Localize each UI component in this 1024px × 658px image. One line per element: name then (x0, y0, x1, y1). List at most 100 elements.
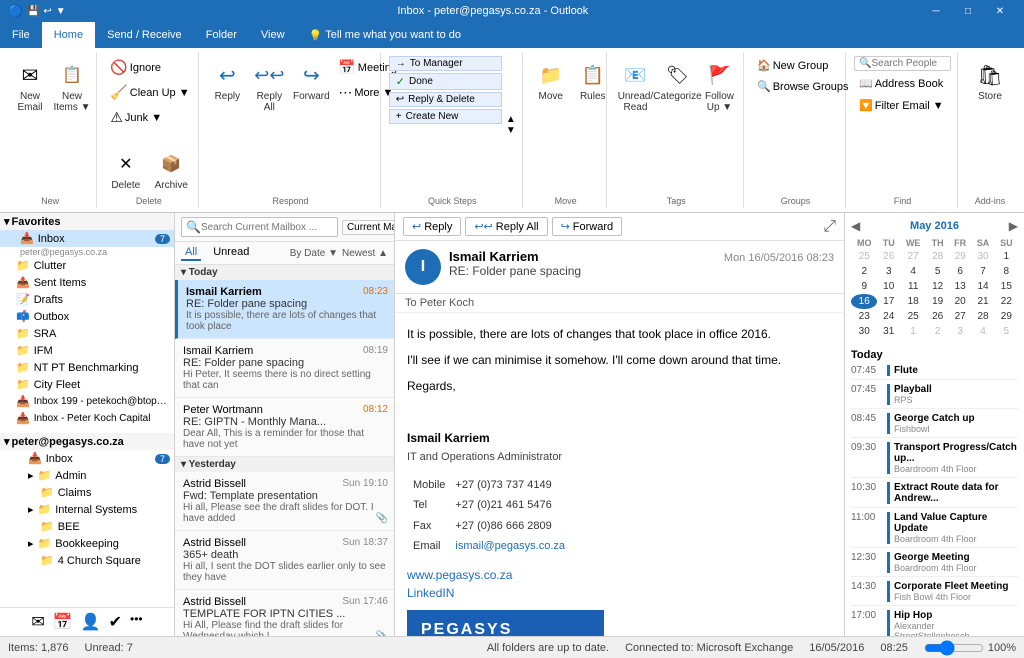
agenda-item[interactable]: 12:30 George Meeting Boardroom 4th Floor (851, 552, 1018, 577)
sidebar-item-main-inbox[interactable]: 📥 Inbox 7 (0, 450, 174, 467)
zoom-slider[interactable] (924, 640, 984, 656)
quick-access-more[interactable]: ▼ (56, 6, 66, 17)
cal-day[interactable]: 4 (971, 324, 994, 339)
favorites-header[interactable]: ▾ Favorites (0, 213, 174, 230)
cal-day[interactable]: 16 (851, 294, 877, 309)
cal-day[interactable]: 1 (900, 324, 926, 339)
archive-button[interactable]: 📦 Archive (150, 145, 192, 194)
sidebar-item-admin[interactable]: ▸ 📁 Admin (0, 467, 174, 484)
reply-button[interactable]: ↩ Reply (207, 56, 247, 105)
reply-all-button[interactable]: ↩↩ ReplyAll (249, 56, 289, 116)
cal-day[interactable]: 29 (995, 309, 1018, 324)
search-input[interactable] (201, 222, 333, 233)
minimize-button[interactable]: ─ (920, 0, 952, 22)
agenda-item[interactable]: 09:30 Transport Progress/Catch up... Boa… (851, 442, 1018, 478)
quick-access-save[interactable]: 💾 (27, 6, 39, 17)
email-item[interactable]: Astrid Bissell 365+ death Hi all, I sent… (175, 531, 394, 590)
cal-day[interactable]: 24 (877, 309, 899, 324)
sidebar-item-internal-systems[interactable]: ▸ 📁 Internal Systems (0, 501, 174, 518)
cal-day[interactable]: 3 (877, 264, 899, 279)
cal-day[interactable]: 15 (995, 279, 1018, 294)
cal-day[interactable]: 20 (949, 294, 971, 309)
cal-day[interactable]: 14 (971, 279, 994, 294)
email-reply-all-button[interactable]: ↩↩ Reply All (465, 217, 547, 236)
cal-day[interactable]: 6 (949, 264, 971, 279)
tab-view[interactable]: View (249, 22, 297, 48)
browse-groups-button[interactable]: 🔍 Browse Groups (752, 77, 839, 96)
cal-day[interactable]: 25 (900, 309, 926, 324)
cal-day[interactable]: 19 (926, 294, 948, 309)
cal-day[interactable]: 17 (877, 294, 899, 309)
cal-day[interactable]: 2 (851, 264, 877, 279)
sidebar-item-inbox[interactable]: 📥 Inbox 7 (0, 230, 174, 247)
peter-pegasys-header[interactable]: ▾ peter@pegasys.co.za (0, 433, 174, 450)
cal-day[interactable]: 30 (851, 324, 877, 339)
delete-button[interactable]: ✕ Delete (105, 145, 146, 194)
follow-up-button[interactable]: 🚩 FollowUp ▼ (699, 56, 739, 116)
cal-day[interactable]: 5 (926, 264, 948, 279)
new-email-button[interactable]: ✉ NewEmail (10, 56, 50, 116)
unread-read-button[interactable]: 📧 Unread/Read (615, 56, 655, 116)
quickstep-done[interactable]: ✓ Done (389, 73, 502, 90)
sort-by-date[interactable]: By Date ▼ (290, 248, 338, 259)
cal-day[interactable]: 31 (877, 324, 899, 339)
quicksteps-scroll-down[interactable]: ▼ (506, 125, 516, 136)
address-book-button[interactable]: 📖 Address Book (854, 74, 951, 93)
new-items-button[interactable]: 📋 NewItems ▼ (52, 56, 92, 116)
quicksteps-scroll-up[interactable]: ▲ (506, 114, 516, 125)
sidebar-item-nt-pt[interactable]: 📁 NT PT Benchmarking (0, 359, 174, 376)
filter-tab-unread[interactable]: Unread (209, 245, 253, 261)
tab-send-receive[interactable]: Send / Receive (95, 22, 194, 48)
filter-tab-all[interactable]: All (181, 245, 201, 261)
store-button[interactable]: 🛍 Store (966, 56, 1014, 105)
quickstep-reply-delete[interactable]: ↩ Reply & Delete (389, 92, 502, 107)
new-group-button[interactable]: 🏠 New Group (752, 56, 839, 75)
cal-day[interactable]: 12 (926, 279, 948, 294)
cal-day[interactable]: 26 (877, 249, 899, 264)
cal-day[interactable]: 28 (971, 309, 994, 324)
cleanup-button[interactable]: 🧹 Clean Up ▼ (105, 81, 194, 104)
email-reply-button[interactable]: ↩ Reply (403, 217, 461, 236)
sidebar-item-drafts[interactable]: 📝 Drafts (0, 291, 174, 308)
maximize-button[interactable]: □ (952, 0, 984, 22)
categorize-button[interactable]: 🏷 Categorize (657, 56, 697, 116)
sidebar-item-bookkeeping[interactable]: ▸ 📁 Bookkeeping (0, 535, 174, 552)
cal-day[interactable]: 28 (926, 249, 948, 264)
email-forward-button[interactable]: ↪ Forward (552, 217, 623, 236)
email-item[interactable]: Ismail Karriem RE: Folder pane spacing I… (175, 280, 394, 339)
agenda-item[interactable]: 14:30 Corporate Fleet Meeting Fish Bowl … (851, 581, 1018, 606)
cal-day[interactable]: 18 (900, 294, 926, 309)
sidebar-item-4-church-square[interactable]: 📁 4 Church Square (0, 552, 174, 569)
sidebar-item-ifm[interactable]: 📁 IFM (0, 342, 174, 359)
cal-day[interactable]: 27 (900, 249, 926, 264)
tab-folder[interactable]: Folder (194, 22, 249, 48)
search-people-input[interactable] (871, 58, 941, 69)
cal-day[interactable]: 3 (949, 324, 971, 339)
quickstep-to-manager[interactable]: → To Manager (389, 56, 502, 71)
cal-day[interactable]: 5 (995, 324, 1018, 339)
cal-day[interactable]: 11 (900, 279, 926, 294)
sidebar-toggle-people[interactable]: 👤 (81, 612, 101, 632)
cal-day[interactable]: 25 (851, 249, 877, 264)
cal-day[interactable]: 7 (971, 264, 994, 279)
agenda-item[interactable]: 07:45 Playball RPS (851, 384, 1018, 409)
cal-day[interactable]: 2 (926, 324, 948, 339)
quick-access-undo[interactable]: ↩ (43, 6, 51, 17)
cal-day[interactable]: 23 (851, 309, 877, 324)
ignore-button[interactable]: 🚫 Ignore (105, 56, 166, 79)
sidebar-item-sent[interactable]: 📤 Sent Items (0, 274, 174, 291)
rules-button[interactable]: 📋 Rules (573, 56, 613, 105)
calendar-next-button[interactable]: ▶ (1009, 219, 1018, 233)
cal-day[interactable]: 27 (949, 309, 971, 324)
email-item[interactable]: Astrid Bissell TEMPLATE FOR IPTN CITIES … (175, 590, 394, 636)
filter-email-button[interactable]: 🔽 Filter Email ▼ (854, 96, 951, 115)
tab-home[interactable]: Home (42, 22, 95, 48)
cal-day[interactable]: 22 (995, 294, 1018, 309)
email-expand-button[interactable]: ⤢ (823, 218, 836, 236)
forward-button[interactable]: ↪ Forward (291, 56, 331, 105)
sidebar-toggle-mail[interactable]: ✉ (31, 612, 44, 632)
cal-day[interactable]: 29 (949, 249, 971, 264)
sidebar-item-claims[interactable]: 📁 Claims (0, 484, 174, 501)
search-box[interactable]: 🔍 (181, 217, 338, 237)
agenda-item[interactable]: 11:00 Land Value Capture Update Boardroo… (851, 512, 1018, 548)
